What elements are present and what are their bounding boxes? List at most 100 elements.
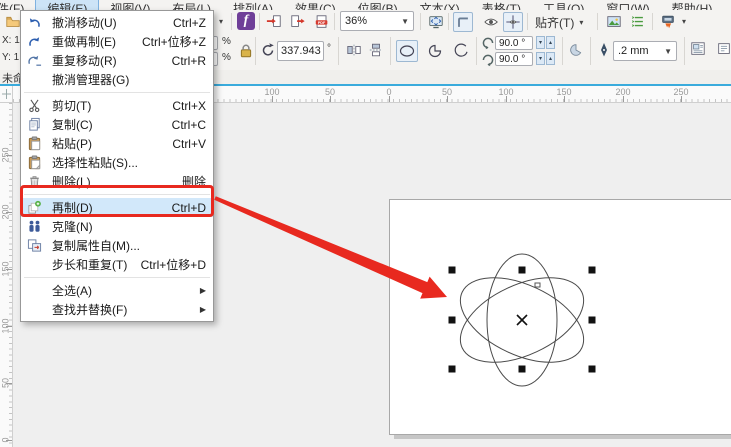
menu-item[interactable]: 选择性粘贴(S)... [21,153,213,172]
welcome-screen-icon[interactable] [604,12,624,32]
start-angle-spin-up[interactable]: ▴ [546,36,555,49]
zoom-level-value: 36% [345,15,367,27]
menubar-item[interactable]: 表格(T) [471,0,532,10]
annotation-highlight-rect [20,185,214,217]
publish-pdf-icon[interactable]: PDF [312,12,332,32]
menu-item[interactable]: 查找并替换(F)▶ [21,300,213,319]
x-position-label: X: 1 [2,35,20,46]
launcher-dropdown-arrow-icon[interactable]: ▾ [682,17,686,26]
scale-height-percent-label: % [222,52,231,63]
end-angle-spin-down[interactable]: ▾ [536,52,545,65]
menu-item[interactable]: 粘贴(P) Ctrl+V [21,134,213,153]
rotation-angle-field[interactable]: 337.943 [277,41,324,61]
menubar-item[interactable]: 布局(L) [161,0,222,10]
menu-item[interactable]: 撤消管理器(G) [21,70,213,89]
menu-separator [24,92,210,93]
mirror-horizontal-icon[interactable] [346,42,362,63]
menubar-item[interactable]: 视图(V) [99,0,161,10]
cut-icon [26,98,43,114]
menubar-item[interactable]: 窗口(W) [595,0,660,10]
menu-item[interactable]: 重做再制(E) Ctrl+位移+Z [21,32,213,51]
rotate-icon [260,42,276,63]
menu-item-label: 剪切(T) [52,97,91,114]
ruler-tick [681,96,682,102]
ruler-tick [6,212,12,213]
arc-mode-button[interactable] [450,40,472,62]
menu-item-label: 撤消移动(U) [52,14,117,31]
menu-item-shortcut: Ctrl+Z [173,16,206,30]
repeat-icon [26,53,43,69]
clone-icon [26,219,43,235]
snap-to-dropdown[interactable]: 贴齐(T)▾ [535,14,583,31]
ellipse-mode-button[interactable] [396,40,418,62]
menubar-item[interactable]: 文本(X) [409,0,471,10]
menubar-item[interactable]: 工具(O) [532,0,595,10]
menubar-item[interactable]: 编辑(E) [35,0,99,10]
start-angle-spin-down[interactable]: ▾ [536,36,545,49]
application-launcher-icon[interactable] [658,12,678,32]
fullscreen-preview-icon[interactable] [426,12,446,32]
menubar-item[interactable]: 效果(C) [284,0,347,10]
start-angle-field[interactable]: 90.0 ° [495,36,533,50]
no-icon [26,72,43,88]
menu-item[interactable]: 克隆(N) [21,217,213,236]
submenu-arrow-icon: ▶ [200,305,206,314]
edge-tool-icon[interactable] [716,41,731,62]
menubar-item[interactable]: 帮助(H) [661,0,724,10]
vertical-ruler[interactable]: 250200150100500 [0,103,13,447]
change-direction-icon[interactable] [568,42,584,63]
end-angle-field[interactable]: 90.0 ° [495,52,533,66]
menu-item-label: 复制属性自(M)... [52,237,140,254]
options-icon[interactable] [628,12,648,32]
svg-text:PDF: PDF [318,21,326,25]
open-dropdown-arrow-icon[interactable]: ▾ [219,17,223,26]
no-icon [26,302,43,318]
ruler-origin[interactable] [0,86,13,103]
menubar-item[interactable]: 文件(F) [0,0,35,10]
start-angle-value: 90.0 ° [499,38,525,49]
menu-item-label: 重做再制(E) [52,33,116,50]
menu-item-label: 重复移动(R) [52,52,117,69]
menu-item-shortcut: Ctrl+V [172,137,206,151]
menu-item-shortcut: Ctrl+R [172,54,206,68]
ruler-tick [6,440,12,441]
import-icon[interactable] [264,12,284,32]
zoom-level-select[interactable]: 36%▼ [340,11,414,31]
outline-width-select[interactable]: .2 mm▼ [613,41,677,61]
menubar-item[interactable]: 排列(A) [222,0,284,10]
page[interactable] [389,199,731,435]
scale-width-percent-label: % [222,36,231,47]
ruler-tick [623,96,624,102]
paste-icon [26,136,43,152]
outline-width-value: .2 mm [618,45,649,57]
export-icon[interactable] [288,12,308,32]
ruler-tick [506,96,507,102]
undo-icon [26,15,43,31]
copy-props-icon [26,238,43,254]
view-eye-icon[interactable] [481,12,501,32]
ruler-tick [272,96,273,102]
lock-ratio-icon[interactable] [238,43,254,64]
menubar-item[interactable]: 位图(B) [347,0,409,10]
wrap-text-icon[interactable] [690,41,706,62]
menu-item-shortcut: Ctrl+位移+Z [142,33,206,50]
menu-item[interactable]: 全选(A)▶ [21,281,213,300]
menu-item[interactable]: 步长和重复(T)Ctrl+位移+D [21,255,213,274]
menu-item[interactable]: 撤消移动(U) Ctrl+Z [21,13,213,32]
end-angle-spin-up[interactable]: ▴ [546,52,555,65]
pie-mode-button[interactable] [424,40,446,62]
menu-item[interactable]: 复制属性自(M)... [21,236,213,255]
app-icon[interactable]: f [237,12,255,30]
show-page-border-button[interactable] [453,12,473,32]
crosshair-view-button[interactable] [503,12,523,32]
menu-item[interactable]: 剪切(T) Ctrl+X [21,96,213,115]
menu-item-shortcut: Ctrl+X [172,99,206,113]
rotation-angle-value: 337.943 [281,45,321,57]
menu-item[interactable]: 重复移动(R) Ctrl+R [21,51,213,70]
mirror-vertical-icon[interactable] [368,42,384,63]
menu-item-label: 复制(C) [52,116,93,133]
menu-item-label: 粘贴(P) [52,135,92,152]
edit-menu: 撤消移动(U) Ctrl+Z 重做再制(E) Ctrl+位移+Z 重复移动(R) Ctrl… [20,10,214,322]
menu-item-label: 撤消管理器(G) [52,71,129,88]
menu-item[interactable]: 复制(C)Ctrl+C [21,115,213,134]
